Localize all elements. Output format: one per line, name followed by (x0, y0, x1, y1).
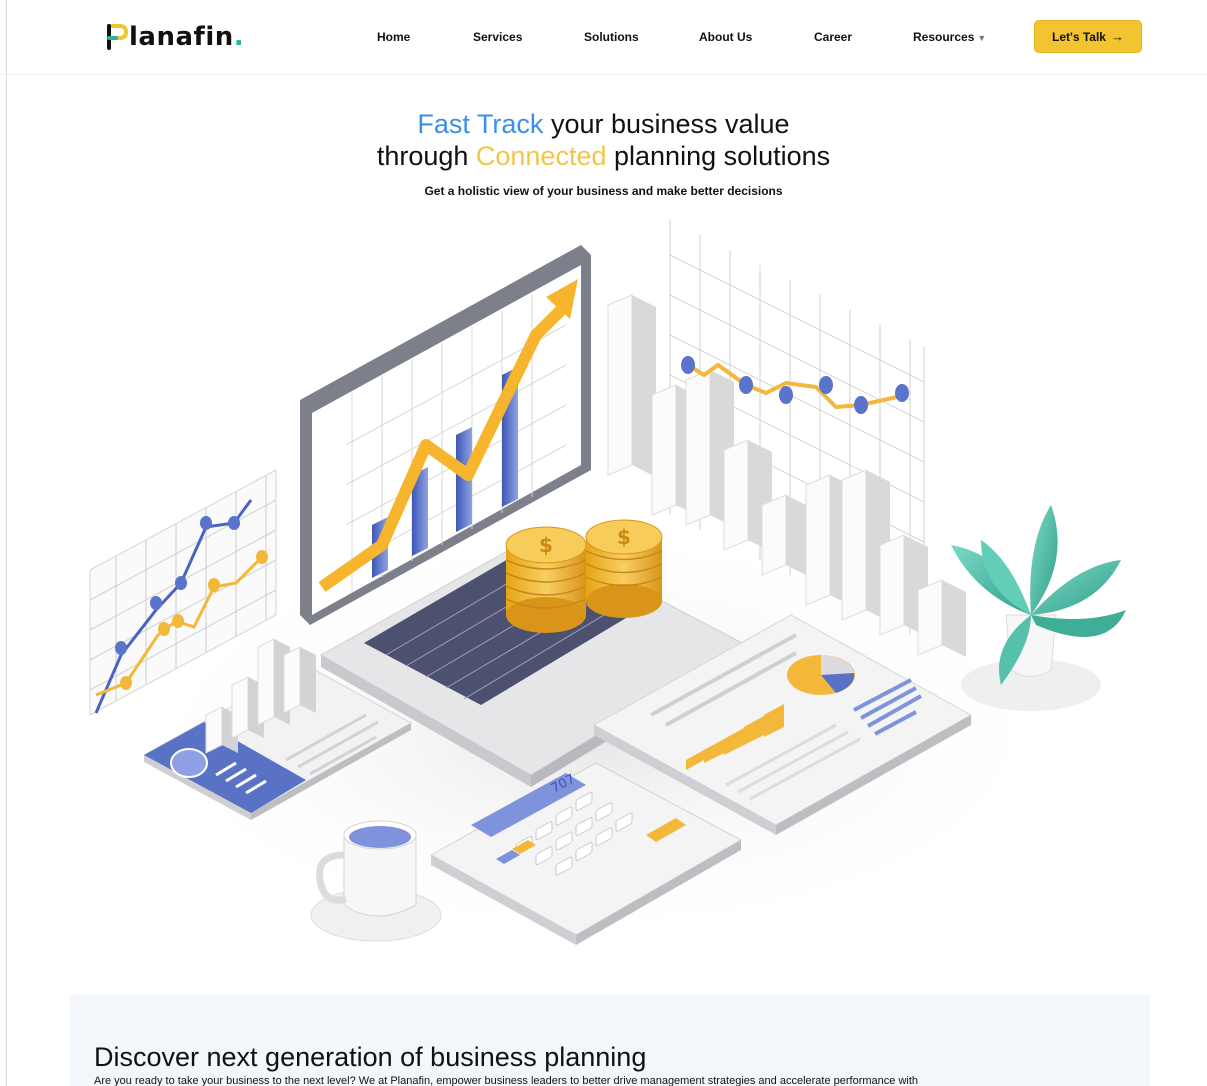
hero-subtitle: Get a holistic view of your business and… (424, 184, 783, 198)
nav-about-us[interactable]: About Us (699, 30, 752, 44)
nav-resources[interactable]: Resources ▼ (913, 30, 986, 44)
hero-line2-rest: planning solutions (606, 141, 831, 171)
hero-highlight-fast-track: Fast Track (417, 109, 544, 139)
discover-section: Discover next generation of business pla… (70, 995, 1150, 1086)
hero-illustration: $ $ 707 (89, 220, 1126, 945)
hero-line1-rest: your business value (543, 109, 790, 139)
hero-line2-start: through (376, 141, 476, 171)
nav-career[interactable]: Career (814, 30, 852, 44)
logo-dot: . (233, 22, 244, 52)
site-header: lanafin. Home Services Solutions About U… (0, 0, 1207, 75)
plant (951, 505, 1126, 711)
brand-logo[interactable]: lanafin. (106, 20, 244, 54)
nav-services[interactable]: Services (473, 30, 522, 44)
lets-talk-label: Let's Talk (1052, 29, 1106, 44)
arrow-right-icon: → (1110, 29, 1124, 44)
svg-text:$: $ (539, 533, 553, 557)
nav-home[interactable]: Home (377, 30, 410, 44)
hero-title: Fast Track your business value through C… (0, 108, 1207, 172)
nav-solutions[interactable]: Solutions (584, 30, 639, 44)
lets-talk-button[interactable]: Let's Talk → (1034, 20, 1142, 53)
svg-text:$: $ (617, 525, 631, 549)
logo-mark-icon (107, 24, 128, 50)
discover-body: Are you ready to take your business to t… (94, 1075, 919, 1086)
caret-down-icon: ▼ (977, 33, 987, 43)
discover-title: Discover next generation of business pla… (94, 1042, 647, 1072)
logo-text: lanafin (129, 22, 234, 52)
hero-highlight-connected: Connected (475, 141, 607, 171)
nav-resources-label: Resources (913, 30, 975, 44)
